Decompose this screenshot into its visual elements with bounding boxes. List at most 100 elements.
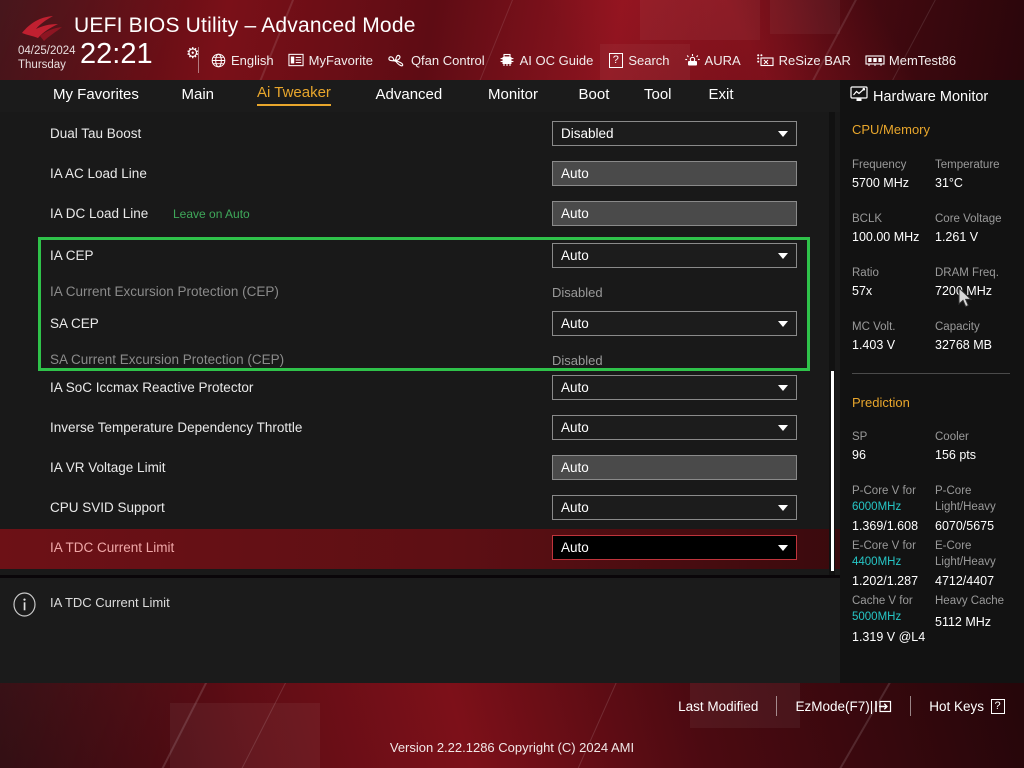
pcore-light-heavy-label: Light/Heavy	[935, 501, 996, 513]
dropdown-value: Auto	[561, 540, 589, 555]
settings-row-selected[interactable]: IA TDC Current Limit Auto	[0, 529, 840, 569]
setting-dropdown[interactable]: Auto	[552, 415, 797, 440]
frequency-value: 5700 MHz	[852, 176, 909, 190]
settings-row[interactable]: IA SoC Iccmax Reactive Protector Auto	[0, 369, 840, 409]
setting-readonly-value: Disabled	[552, 285, 603, 300]
setting-label: Dual Tau Boost	[50, 126, 142, 141]
header-item-label: MemTest86	[888, 52, 957, 68]
question-box-icon: ?	[989, 698, 1006, 715]
setting-label: IA SoC Iccmax Reactive Protector	[50, 380, 254, 395]
ecore-label: E-Core	[935, 540, 972, 552]
current-day: Thursday	[18, 59, 66, 71]
ezmode-button[interactable]: EzMode(F7)|	[795, 699, 892, 714]
setting-label: SA Current Excursion Protection (CEP)	[50, 352, 285, 367]
chevron-down-icon	[778, 131, 788, 137]
setting-dropdown[interactable]: Auto	[552, 495, 797, 520]
ecore-freq-value: 4400MHz	[852, 556, 902, 568]
current-date: 04/25/2024	[18, 45, 76, 57]
pcore-v-for-label: P-Core V for	[852, 485, 916, 497]
setting-dropdown[interactable]: Auto	[552, 243, 797, 268]
header-item-qfan-control[interactable]: Qfan Control	[387, 52, 485, 69]
pcore-freq-value: 6000MHz	[852, 501, 902, 513]
settings-row[interactable]: IA AC Load Line Auto	[0, 155, 840, 195]
footer-bar: Last Modified EzMode(F7)| Hot Keys ?	[0, 683, 1024, 768]
header-deco-block	[640, 0, 760, 40]
header-item-resize-bar[interactable]: ReSize BAR	[755, 52, 851, 69]
mc-volt-label: MC Volt.	[852, 321, 896, 333]
sp-label: SP	[852, 431, 868, 443]
hardware-monitor-title: Hardware Monitor	[873, 88, 989, 105]
version-text: Version 2.22.1286 Copyright (C) 2024 AMI	[389, 740, 635, 755]
pcore-label: P-Core	[935, 485, 972, 497]
settings-row[interactable]: IA VR Voltage Limit Auto	[0, 449, 840, 489]
settings-row[interactable]: Inverse Temperature Dependency Throttle A…	[0, 409, 840, 449]
nav-tab-exit[interactable]: Exit	[709, 86, 734, 106]
page-title: UEFI BIOS Utility – Advanced Mode	[74, 14, 416, 37]
nav-tab-monitor[interactable]: Monitor	[488, 86, 538, 106]
setting-input[interactable]: Auto	[552, 201, 797, 226]
ezmode-label: EzMode(F7)|	[795, 698, 874, 714]
setting-hint: Leave on Auto	[173, 207, 250, 221]
header-item-memtest86[interactable]: MemTest86	[865, 52, 956, 69]
nav-tab-tool[interactable]: Tool	[644, 86, 672, 106]
date-time-display: 04/25/2024 Thursday 22:21 ⚙	[18, 38, 218, 78]
setting-input[interactable]: Auto	[552, 455, 797, 480]
setting-dropdown[interactable]: Auto	[552, 311, 797, 336]
chevron-down-icon	[778, 321, 788, 327]
rog-logo-icon	[20, 14, 66, 44]
last-modified-button[interactable]: Last Modified	[678, 699, 758, 714]
hardware-monitor-panel: Hardware Monitor CPU/Memory Frequency 57…	[840, 80, 1024, 683]
last-modified-label: Last Modified	[678, 698, 759, 714]
footer-separator	[776, 696, 778, 716]
chevron-down-icon	[778, 505, 788, 511]
hot-keys-label: Hot Keys	[929, 698, 984, 714]
header-item-aura[interactable]: AURA	[684, 52, 741, 69]
header-divider	[198, 47, 199, 73]
header-item-english[interactable]: English	[210, 52, 274, 69]
settings-row[interactable]: SA CEP Auto	[0, 305, 840, 345]
bclk-value: 100.00 MHz	[852, 230, 920, 244]
header-item-search[interactable]: ? Search	[607, 52, 670, 69]
chevron-down-icon	[778, 425, 788, 431]
nav-tab-boot[interactable]: Boot	[579, 86, 610, 106]
header-item-ai-oc-guide[interactable]: AI OC Guide	[499, 52, 593, 69]
header-item-myfavorite[interactable]: MyFavorite	[288, 52, 373, 69]
setting-dropdown[interactable]: Auto	[552, 375, 797, 400]
chevron-down-icon	[778, 385, 788, 391]
setting-dropdown[interactable]: Auto	[552, 535, 797, 560]
nav-tab-main[interactable]: Main	[182, 86, 215, 106]
nav-tab-advanced[interactable]: Advanced	[376, 86, 443, 106]
settings-row[interactable]: Dual Tau Boost Disabled	[0, 115, 840, 155]
ai-chip-icon	[499, 52, 516, 69]
temperature-label: Temperature	[935, 159, 1000, 171]
settings-scrollbar-thumb[interactable]	[831, 371, 834, 571]
settings-row[interactable]: IA DC Load Line Leave on Auto Auto	[0, 195, 840, 235]
setting-input[interactable]: Auto	[552, 161, 797, 186]
nav-tab-my-favorites[interactable]: My Favorites	[53, 86, 139, 106]
header-bar: UEFI BIOS Utility – Advanced Mode 04/25/…	[0, 0, 1024, 80]
hot-keys-button[interactable]: Hot Keys ?	[929, 698, 1006, 715]
exit-arrow-icon	[875, 699, 892, 714]
ecore-v-for-label: E-Core V for	[852, 540, 916, 552]
core-voltage-value: 1.261 V	[935, 230, 979, 244]
input-value: Auto	[561, 460, 589, 475]
settings-row[interactable]: IA CEP Auto	[0, 237, 840, 277]
heavy-cache-value: 5112 MHz	[935, 615, 992, 629]
dropdown-value: Auto	[561, 316, 589, 331]
header-item-label: AURA	[704, 52, 741, 68]
globe-icon	[210, 52, 227, 69]
favorites-list-icon	[288, 52, 305, 69]
setting-label: SA CEP	[50, 316, 99, 331]
setting-dropdown[interactable]: Disabled	[552, 121, 797, 146]
nav-tab-ai-tweaker[interactable]: Ai Tweaker	[257, 84, 331, 106]
footer-deco-block	[170, 703, 320, 768]
header-item-label: ReSize BAR	[778, 52, 851, 68]
ecore-voltage-value: 1.202/1.287	[852, 574, 919, 588]
dropdown-value: Auto	[561, 500, 589, 515]
memory-module-icon	[865, 52, 885, 69]
header-deco-block	[770, 0, 840, 34]
settings-row[interactable]: CPU SVID Support Auto	[0, 489, 840, 529]
settings-panel: Dual Tau Boost Disabled IA AC Load Line Aut…	[0, 112, 840, 575]
frequency-label: Frequency	[852, 159, 907, 171]
input-value: Auto	[561, 206, 589, 221]
